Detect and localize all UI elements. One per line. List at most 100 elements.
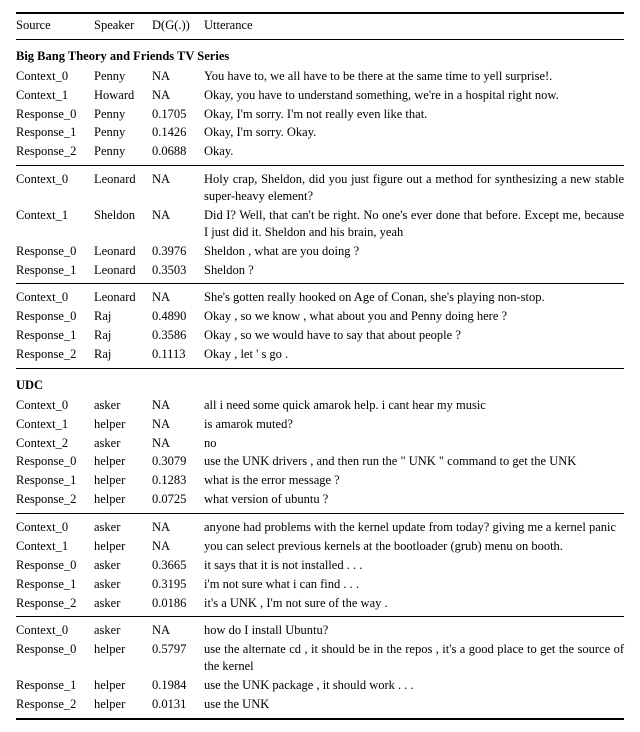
cell-source: Response_1 [16, 677, 94, 694]
cell-source: Response_0 [16, 453, 94, 470]
cell-dg: 0.1984 [152, 677, 204, 694]
cell-dg: 0.0186 [152, 595, 204, 612]
cell-dg: NA [152, 289, 204, 306]
cell-utterance: Okay , so we would have to say that abou… [204, 327, 624, 344]
cell-speaker: Raj [94, 346, 152, 363]
cell-source: Context_1 [16, 87, 94, 104]
cell-source: Context_1 [16, 207, 94, 224]
cell-source: Response_0 [16, 557, 94, 574]
rule-divider [16, 283, 624, 284]
cell-dg: 0.5797 [152, 641, 204, 658]
cell-source: Response_2 [16, 143, 94, 160]
table-row: Context_0LeonardNAShe's gotten really ho… [16, 288, 624, 307]
header-source: Source [16, 17, 94, 34]
cell-utterance: all i need some quick amarok help. i can… [204, 397, 624, 414]
cell-speaker: helper [94, 641, 152, 658]
table-row: Context_2askerNAno [16, 434, 624, 453]
cell-speaker: helper [94, 416, 152, 433]
cell-utterance: use the alternate cd , it should be in t… [204, 641, 624, 675]
section-title: Big Bang Theory and Friends TV Series [16, 44, 624, 67]
cell-dg: 0.0725 [152, 491, 204, 508]
header-row: Source Speaker D(G(.)) Utterance [16, 16, 624, 35]
cell-utterance: i'm not sure what i can find . . . [204, 576, 624, 593]
cell-source: Response_0 [16, 308, 94, 325]
section-title: UDC [16, 373, 624, 396]
cell-speaker: helper [94, 677, 152, 694]
table-row: Response_2Penny0.0688Okay. [16, 142, 624, 161]
cell-source: Context_0 [16, 397, 94, 414]
cell-speaker: Penny [94, 143, 152, 160]
cell-source: Response_0 [16, 641, 94, 658]
table-row: Context_0PennyNAYou have to, we all have… [16, 67, 624, 86]
cell-utterance: Did I? Well, that can't be right. No one… [204, 207, 624, 241]
table-row: Response_0asker0.3665it says that it is … [16, 556, 624, 575]
cell-source: Context_0 [16, 289, 94, 306]
rule-under-header [16, 39, 624, 40]
cell-utterance: it says that it is not installed . . . [204, 557, 624, 574]
cell-utterance: what is the error message ? [204, 472, 624, 489]
table-row: Response_0helper0.5797use the alternate … [16, 640, 624, 676]
cell-utterance: you can select previous kernels at the b… [204, 538, 624, 555]
cell-utterance: use the UNK drivers , and then run the "… [204, 453, 624, 470]
table-row: Context_1helperNAis amarok muted? [16, 415, 624, 434]
table-row: Response_1Raj0.3586Okay , so we would ha… [16, 326, 624, 345]
cell-dg: 0.0688 [152, 143, 204, 160]
cell-speaker: helper [94, 538, 152, 555]
cell-speaker: asker [94, 576, 152, 593]
cell-speaker: Penny [94, 106, 152, 123]
cell-source: Context_0 [16, 622, 94, 639]
cell-source: Response_2 [16, 595, 94, 612]
cell-speaker: asker [94, 557, 152, 574]
rule-divider [16, 368, 624, 369]
cell-dg: NA [152, 87, 204, 104]
cell-utterance: how do I install Ubuntu? [204, 622, 624, 639]
header-speaker: Speaker [94, 17, 152, 34]
cell-speaker: Leonard [94, 171, 152, 188]
cell-dg: 0.1426 [152, 124, 204, 141]
cell-source: Response_2 [16, 696, 94, 713]
table-row: Response_1Penny0.1426Okay, I'm sorry. Ok… [16, 123, 624, 142]
table-row: Response_2asker0.0186it's a UNK , I'm no… [16, 594, 624, 613]
cell-speaker: Raj [94, 327, 152, 344]
cell-source: Context_1 [16, 416, 94, 433]
cell-dg: NA [152, 416, 204, 433]
cell-source: Context_0 [16, 68, 94, 85]
table-row: Response_0Penny0.1705Okay, I'm sorry. I'… [16, 105, 624, 124]
cell-dg: 0.1705 [152, 106, 204, 123]
cell-dg: 0.0131 [152, 696, 204, 713]
rule-divider [16, 616, 624, 617]
cell-speaker: asker [94, 595, 152, 612]
cell-speaker: asker [94, 519, 152, 536]
cell-speaker: Sheldon [94, 207, 152, 224]
rule-bottom [16, 718, 624, 720]
table-body: Big Bang Theory and Friends TV SeriesCon… [16, 44, 624, 714]
table-row: Response_0helper0.3079use the UNK driver… [16, 452, 624, 471]
cell-speaker: helper [94, 491, 152, 508]
cell-utterance: use the UNK package , it should work . .… [204, 677, 624, 694]
cell-utterance: Okay , let ' s go . [204, 346, 624, 363]
cell-source: Response_1 [16, 472, 94, 489]
table-row: Context_1HowardNAOkay, you have to under… [16, 86, 624, 105]
table-row: Response_1helper0.1283what is the error … [16, 471, 624, 490]
cell-dg: 0.3195 [152, 576, 204, 593]
rule-top [16, 12, 624, 14]
cell-utterance: no [204, 435, 624, 452]
cell-dg: NA [152, 68, 204, 85]
cell-dg: NA [152, 397, 204, 414]
table-row: Context_0LeonardNAHoly crap, Sheldon, di… [16, 170, 624, 206]
table-row: Response_0Leonard0.3976Sheldon , what ar… [16, 242, 624, 261]
cell-speaker: asker [94, 435, 152, 452]
cell-source: Response_1 [16, 124, 94, 141]
cell-speaker: helper [94, 696, 152, 713]
cell-speaker: helper [94, 472, 152, 489]
table-row: Response_2helper0.0725what version of ub… [16, 490, 624, 509]
table-row: Response_0Raj0.4890Okay , so we know , w… [16, 307, 624, 326]
cell-source: Response_0 [16, 243, 94, 260]
rule-divider [16, 165, 624, 166]
cell-source: Response_1 [16, 576, 94, 593]
cell-utterance: Sheldon , what are you doing ? [204, 243, 624, 260]
cell-dg: 0.3586 [152, 327, 204, 344]
cell-speaker: Howard [94, 87, 152, 104]
table-row: Response_2Raj0.1113Okay , let ' s go . [16, 345, 624, 364]
cell-dg: NA [152, 622, 204, 639]
